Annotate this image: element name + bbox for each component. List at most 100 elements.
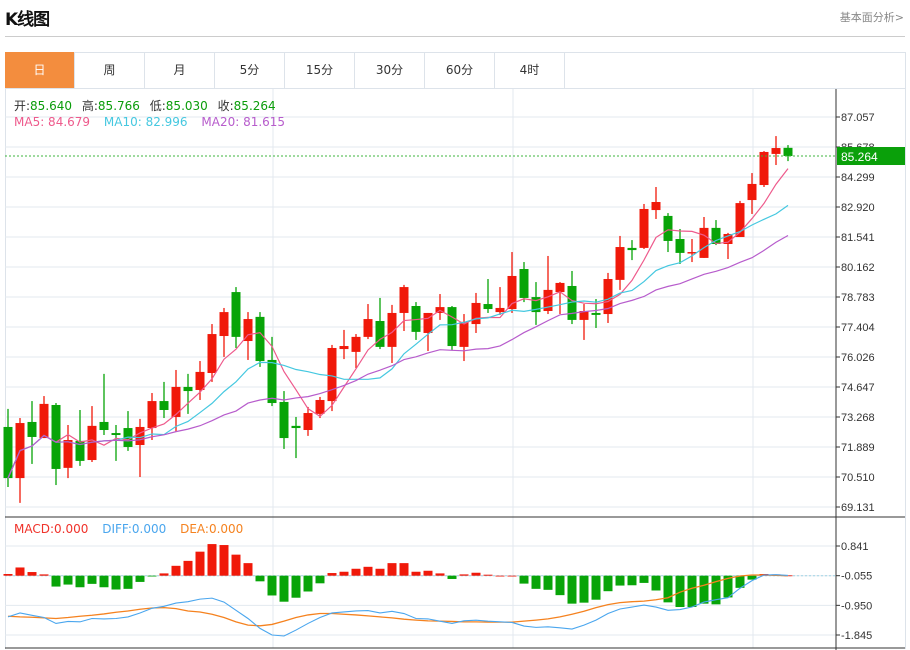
- tab-5min[interactable]: 5分: [215, 52, 285, 88]
- macd-bar: [39, 574, 49, 576]
- macd-bar: [75, 575, 85, 588]
- macd-tick-label: -0.055: [841, 571, 872, 583]
- candle-down: [783, 147, 793, 157]
- macd-bar: [3, 573, 13, 576]
- dea-value: DEA:0.000: [180, 522, 244, 536]
- candle-up: [63, 440, 73, 468]
- macd-bar: [171, 565, 181, 576]
- macd-bar: [63, 575, 73, 585]
- period-tabs: 日 周 月 5分 15分 30分 60分 4时: [5, 52, 905, 89]
- macd-bar: [279, 575, 289, 602]
- low-value: 85.030: [165, 99, 208, 113]
- tab-30min[interactable]: 30分: [355, 52, 425, 88]
- macd-bar: [231, 554, 241, 576]
- ohlc-info: 开:85.640 高:85.766 低:85.030 收:85.264: [14, 97, 282, 114]
- tab-week[interactable]: 周: [75, 52, 145, 88]
- macd-bar: [51, 575, 61, 587]
- candle-up: [615, 247, 625, 280]
- candle-up: [495, 307, 505, 313]
- candle-down: [447, 307, 457, 347]
- macd-bar: [15, 567, 25, 576]
- macd-bar: [447, 575, 457, 579]
- close-label: 收:: [217, 99, 234, 113]
- tab-day[interactable]: 日: [5, 52, 75, 88]
- macd-bar: [375, 568, 385, 576]
- macd-bar: [651, 575, 661, 591]
- macd-bar: [543, 575, 553, 590]
- candle-down: [627, 247, 637, 251]
- macd-legend: MACD:0.000 DIFF:0.000 DEA:0.000: [14, 522, 243, 536]
- price-tick-label: 77.404: [841, 322, 875, 334]
- tab-4hour[interactable]: 4时: [495, 52, 565, 88]
- candle-up: [339, 346, 349, 350]
- price-tick-label: 82.920: [841, 202, 875, 214]
- macd-bar: [207, 544, 217, 576]
- candle-up: [699, 227, 709, 258]
- candle-down: [375, 321, 385, 347]
- price-tick-label: 84.299: [841, 172, 875, 184]
- macd-bar: [579, 575, 589, 603]
- macd-bar: [147, 575, 157, 577]
- macd-tick-label: 0.841: [841, 541, 869, 553]
- macd-tick-label: -1.845: [841, 630, 872, 642]
- macd-bar: [519, 575, 529, 584]
- macd-bar: [315, 575, 325, 584]
- candle-down: [231, 292, 241, 337]
- price-tick-label: 69.131: [841, 502, 875, 514]
- candle-up: [327, 347, 337, 402]
- candle-down: [483, 304, 493, 310]
- macd-bar: [639, 575, 649, 583]
- candle-down: [255, 316, 265, 362]
- macd-bar: [699, 575, 709, 604]
- candle-down: [675, 238, 685, 253]
- price-tick-label: 73.268: [841, 412, 875, 424]
- macd-bar: [219, 545, 229, 576]
- tab-60min[interactable]: 60分: [425, 52, 495, 88]
- macd-bar: [303, 575, 313, 592]
- candle-up: [471, 302, 481, 325]
- macd-tick-label: -0.950: [841, 600, 872, 612]
- macd-bar: [135, 575, 145, 582]
- candle-up: [39, 403, 49, 439]
- macd-bar: [555, 575, 565, 596]
- candle-up: [363, 319, 373, 337]
- price-tick-label: 80.162: [841, 262, 875, 274]
- macd-bar: [495, 575, 505, 577]
- ma20-value: MA20: 81.615: [201, 115, 286, 129]
- candle-down: [183, 386, 193, 392]
- macd-bar: [483, 574, 493, 576]
- candle-down: [27, 421, 37, 437]
- candle-up: [459, 321, 469, 347]
- candle-up: [195, 371, 205, 390]
- macd-bar: [423, 570, 433, 576]
- price-tick-label: 78.783: [841, 292, 875, 304]
- open-value: 85.640: [30, 99, 73, 113]
- candle-down: [291, 425, 301, 429]
- macd-bar: [267, 575, 277, 596]
- candle-down: [159, 401, 169, 410]
- macd-bar: [531, 575, 541, 589]
- macd-bar: [99, 575, 109, 588]
- candle-up: [351, 336, 361, 352]
- price-tick-label: 71.889: [841, 442, 875, 454]
- candle-up: [147, 401, 157, 429]
- macd-bar: [615, 575, 625, 586]
- price-tick-label: 74.647: [841, 382, 875, 394]
- macd-bar: [627, 575, 637, 586]
- high-label: 高:: [81, 99, 98, 113]
- macd-bar: [111, 575, 121, 590]
- candle-down: [111, 433, 121, 436]
- close-value: 85.264: [233, 99, 276, 113]
- candle-up: [555, 282, 565, 293]
- tab-month[interactable]: 月: [145, 52, 215, 88]
- candle-down: [267, 359, 277, 404]
- macd-bar: [687, 575, 697, 608]
- candle-down: [519, 269, 529, 298]
- candle-down: [51, 404, 61, 469]
- candle-up: [219, 312, 229, 337]
- macd-bar: [351, 568, 361, 576]
- open-label: 开:: [14, 99, 31, 113]
- tab-15min[interactable]: 15分: [285, 52, 355, 88]
- macd-bar: [387, 563, 397, 576]
- macd-bar: [243, 563, 253, 576]
